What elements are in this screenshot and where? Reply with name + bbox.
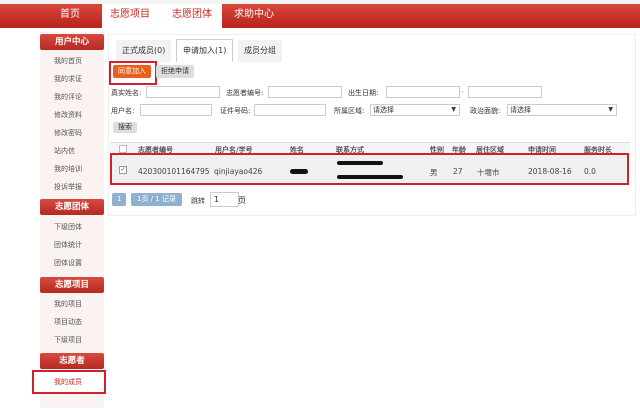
cell-region: 十堰市 <box>477 168 500 177</box>
nav-help[interactable]: 求助中心 <box>234 4 274 26</box>
region-select[interactable]: 请选择 ▼ <box>370 104 460 116</box>
nav-projects[interactable]: 志愿项目 <box>110 4 150 26</box>
cell-username: qinjiayao426 <box>214 167 263 176</box>
sidebar-item[interactable]: 我的项目 <box>54 299 82 309</box>
political-select[interactable]: 请选择 ▼ <box>507 104 617 116</box>
volunteer-no-label: 志愿者编号: <box>226 89 264 97</box>
page-summary: 1页 / 1 记录 <box>131 193 182 206</box>
redacted-name <box>290 169 308 174</box>
goto-label: 跳转 <box>191 197 205 205</box>
sidebar-item[interactable]: 我的求证 <box>54 74 82 84</box>
search-button[interactable]: 搜索 <box>113 122 137 133</box>
sidebar-item[interactable]: 项目动态 <box>54 317 82 327</box>
reject-button[interactable]: 拒绝申请 <box>156 65 194 78</box>
tab-applications[interactable]: 申请加入(1) <box>176 39 234 62</box>
row-checkbox[interactable]: ✓ <box>119 166 127 174</box>
birth-date-to-input[interactable] <box>468 86 542 98</box>
redacted-phone <box>337 161 383 165</box>
sidebar-item[interactable]: 下级项目 <box>54 335 82 345</box>
id-no-input[interactable] <box>254 104 326 116</box>
goto-page-input[interactable]: 1 <box>210 192 239 207</box>
sidebar <box>40 32 104 408</box>
id-no-label: 证件号码: <box>220 107 251 115</box>
approve-button[interactable]: 同意加入 <box>113 65 151 78</box>
sidebar-item[interactable]: 我的评论 <box>54 92 82 102</box>
sidebar-item[interactable]: 团体设置 <box>54 258 82 268</box>
birth-date-from-input[interactable] <box>386 86 460 98</box>
main-nav <box>0 4 640 28</box>
date-separator: - <box>461 88 464 96</box>
cell-apply-date: 2018-08-16 <box>528 167 572 176</box>
political-select-value: 请选择 <box>510 106 531 114</box>
username-label: 用户名: <box>111 107 135 115</box>
sidebar-header-user-center: 用户中心 <box>40 34 104 50</box>
select-all-checkbox[interactable] <box>119 145 127 153</box>
region-select-value: 请选择 <box>373 106 394 114</box>
dropdown-arrow-icon: ▼ <box>451 106 456 113</box>
username-input[interactable] <box>140 104 212 116</box>
page-button[interactable]: 1 <box>112 193 127 206</box>
sidebar-header-groups: 志愿团体 <box>40 199 104 215</box>
dropdown-arrow-icon: ▼ <box>608 106 613 113</box>
real-name-label: 真实姓名: <box>111 89 142 97</box>
nav-home[interactable]: 首页 <box>60 4 80 26</box>
sidebar-item[interactable]: 修改资料 <box>54 110 82 120</box>
region-label: 所属区域: <box>334 107 365 115</box>
volunteer-no-input[interactable] <box>268 86 342 98</box>
sidebar-item[interactable]: 修改密码 <box>54 128 82 138</box>
sidebar-item[interactable]: 我的首页 <box>54 56 82 66</box>
sidebar-header-projects: 志愿项目 <box>40 277 104 293</box>
nav-groups[interactable]: 志愿团体 <box>172 4 212 26</box>
sidebar-item[interactable]: 团体统计 <box>54 240 82 250</box>
sidebar-item[interactable]: 投诉举报 <box>54 182 82 192</box>
sidebar-item[interactable]: 下级团体 <box>54 222 82 232</box>
sidebar-item[interactable]: 我的培训 <box>54 164 82 174</box>
redacted-email <box>337 175 403 179</box>
sidebar-item[interactable]: 站内信 <box>54 146 75 156</box>
cell-age: 27 <box>453 167 463 176</box>
cell-gender: 男 <box>430 168 438 177</box>
tab-members[interactable]: 正式成员(0) <box>116 40 172 62</box>
birth-date-label: 出生日期: <box>348 89 379 97</box>
sidebar-item-my-members[interactable]: 我的成员 <box>32 370 106 394</box>
real-name-input[interactable] <box>146 86 220 98</box>
tab-member-groups[interactable]: 成员分组 <box>238 40 282 62</box>
sidebar-header-volunteers: 志愿者 <box>40 353 104 369</box>
political-label: 政治面貌: <box>470 107 501 115</box>
page-unit: 页 <box>238 196 246 205</box>
cell-volunteer-no: 420300101164795 <box>138 167 210 176</box>
cell-hours: 0.0 <box>584 167 596 176</box>
sidebar-item-label: 我的成员 <box>54 378 82 386</box>
